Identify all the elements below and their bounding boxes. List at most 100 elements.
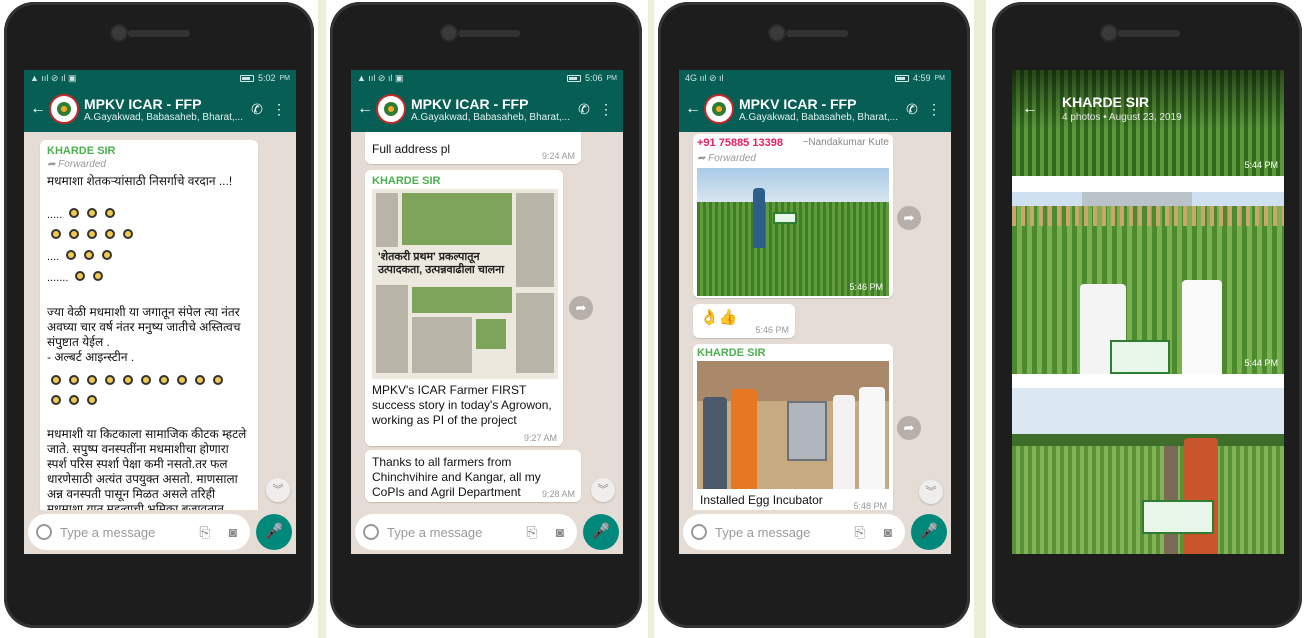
- status-bar: ▲ ııl ⊘ ıl ▣ 5:06 PM: [351, 70, 623, 86]
- message-time: 5:46 PM: [755, 325, 789, 335]
- chat-title: MPKV ICAR - FFP: [84, 95, 202, 112]
- egg-incubator: [787, 401, 827, 461]
- signal-icon: ▲ ııl ⊘ ıl ▣: [357, 72, 404, 83]
- bee-icon: [51, 229, 61, 239]
- status-ampm: PM: [606, 74, 618, 82]
- text-column: [516, 193, 554, 287]
- add-call-icon[interactable]: ✆: [246, 101, 268, 118]
- paperclip-icon[interactable]: ⎘: [851, 524, 869, 541]
- emoji-icon[interactable]: [36, 524, 52, 540]
- message-list[interactable]: Full address pl 9:24 AM KHARDE SIR 'शेतक…: [351, 132, 623, 510]
- message-bubble[interactable]: Full address pl 9:24 AM: [365, 132, 581, 164]
- newspaper-headline: 'शेतकरी प्रथम' प्रकल्पातून उत्पादकता, उत…: [378, 251, 505, 276]
- status-ampm: PM: [934, 74, 946, 82]
- message-bubble[interactable]: KHARDE SIR Installed Egg Incubator 5:48 …: [693, 344, 893, 510]
- status-time: 5:02: [257, 73, 276, 83]
- paperclip-icon[interactable]: ⎘: [523, 524, 541, 541]
- gallery-photo[interactable]: [1012, 388, 1284, 554]
- compose-bar: Type a message ⎘ ◙ 🎤: [28, 514, 292, 550]
- group-avatar[interactable]: [49, 94, 79, 124]
- chat-titles[interactable]: MPKV ICAR - FFP A.Gayakwad, Babasaheb, B…: [411, 96, 573, 123]
- add-call-icon[interactable]: ✆: [901, 101, 923, 118]
- chat-title: MPKV ICAR - FFP: [739, 95, 857, 112]
- more-vert-icon[interactable]: ⋮: [595, 101, 617, 118]
- arrow-back-icon[interactable]: ←: [30, 100, 46, 118]
- message-sender: KHARDE SIR: [372, 175, 441, 187]
- person-figure: [731, 389, 757, 489]
- earpiece-speaker: [128, 30, 190, 37]
- message-title-line: मधमाशा शेतकऱ्यांसाठी निसर्गाचे वरदान ...…: [47, 174, 233, 188]
- message-time: 5:48 PM: [853, 501, 887, 510]
- crop-photo: [402, 193, 512, 245]
- bee-icon: [51, 395, 61, 405]
- camera-icon[interactable]: ◙: [879, 524, 897, 540]
- message-bubble[interactable]: Thanks to all farmers from Chinchvihire …: [365, 450, 581, 502]
- input-placeholder: Type a message: [387, 524, 483, 540]
- bee-icon: [93, 271, 104, 281]
- arrow-back-icon[interactable]: ←: [685, 100, 701, 118]
- gallery-photo[interactable]: 5:44 PM: [1012, 192, 1284, 374]
- forwarded-label: ➦ Forwarded: [697, 153, 756, 164]
- forward-icon[interactable]: ➦: [897, 206, 921, 230]
- paperclip-icon[interactable]: ⎘: [196, 524, 214, 541]
- message-bubble[interactable]: 👌👍 5:46 PM: [693, 304, 795, 338]
- more-vert-icon[interactable]: ⋮: [268, 101, 290, 118]
- more-vert-icon[interactable]: ⋮: [923, 101, 945, 118]
- chevron-double-down-icon[interactable]: ︾: [591, 478, 615, 502]
- message-input[interactable]: Type a message ⎘ ◙: [355, 514, 577, 550]
- chat-screen: ▲ ııl ⊘ ıl ▣ 5:06 PM ← MPKV ICAR - FFP A.…: [351, 70, 623, 554]
- arrow-back-icon[interactable]: ←: [357, 100, 373, 118]
- chevron-double-down-icon[interactable]: ︾: [919, 480, 943, 504]
- chevron-double-down-icon[interactable]: ︾: [266, 478, 290, 502]
- field-photo[interactable]: 5:46 PM: [697, 168, 889, 296]
- chat-header: ← MPKV ICAR - FFP A.Gayakwad, Babasaheb,…: [24, 86, 296, 132]
- message-input[interactable]: Type a message ⎘ ◙: [683, 514, 905, 550]
- emoji-icon[interactable]: [363, 524, 379, 540]
- bee-icon: [69, 395, 79, 405]
- mic-icon[interactable]: 🎤: [583, 514, 619, 550]
- message-sender: KHARDE SIR: [697, 347, 766, 359]
- message-list[interactable]: KHARDE SIR ➦ Forwarded मधमाशा शेतकऱ्यांस…: [24, 132, 296, 510]
- forward-icon[interactable]: ➦: [897, 416, 921, 440]
- forward-icon[interactable]: ➦: [569, 296, 593, 320]
- bee-icon: [123, 229, 133, 239]
- front-camera: [442, 26, 456, 40]
- message-bubble[interactable]: KHARDE SIR 'शेतकरी प्रथम' प्रकल्पातून उत…: [365, 170, 563, 446]
- bee-icon: [141, 375, 151, 385]
- mic-icon[interactable]: 🎤: [256, 514, 292, 550]
- message-paragraph: मधमाशी या किटकाला सामाजिक कीटक म्हटले जा…: [47, 427, 247, 510]
- camera-icon[interactable]: ◙: [224, 524, 242, 540]
- message-bubble[interactable]: KHARDE SIR ➦ Forwarded मधमाशा शेतकऱ्यांस…: [40, 140, 258, 510]
- bee-icon: [213, 375, 223, 385]
- chat-screen: ▲ ııl ⊘ ıl ▣ 5:02 PM ← MPKV ICAR - FFP A.…: [24, 70, 296, 554]
- mic-icon[interactable]: 🎤: [911, 514, 947, 550]
- chat-title: MPKV ICAR - FFP: [411, 95, 529, 112]
- newspaper-clipping-image[interactable]: 'शेतकरी प्रथम' प्रकल्पातून उत्पादकता, उत…: [372, 189, 558, 379]
- group-avatar[interactable]: [704, 94, 734, 124]
- bee-icon: [87, 229, 97, 239]
- forward-icon: ➦: [697, 153, 709, 164]
- chat-titles[interactable]: MPKV ICAR - FFP A.Gayakwad, Babasaheb, B…: [84, 96, 246, 123]
- group-avatar[interactable]: [376, 94, 406, 124]
- message-bubble[interactable]: +91 75885 13398 ~Nandakumar Kute ➦ Forwa…: [693, 134, 893, 298]
- input-placeholder: Type a message: [60, 524, 156, 540]
- camera-icon[interactable]: ◙: [551, 524, 569, 540]
- message-input[interactable]: Type a message ⎘ ◙: [28, 514, 250, 550]
- incubator-photo[interactable]: [697, 361, 889, 489]
- emoji-icon[interactable]: [691, 524, 707, 540]
- sender-alias: ~Nandakumar Kute: [802, 137, 889, 148]
- chat-titles[interactable]: MPKV ICAR - FFP A.Gayakwad, Babasaheb, B…: [739, 96, 901, 123]
- sender-phone[interactable]: +91 75885 13398: [697, 137, 783, 149]
- panel-2: ▲ ııl ⊘ ıl ▣ 5:06 PM ← MPKV ICAR - FFP A.…: [326, 0, 648, 638]
- chat-header: ← MPKV ICAR - FFP A.Gayakwad, Babasaheb,…: [679, 86, 951, 132]
- person-figure: [833, 395, 855, 489]
- earpiece-speaker: [786, 30, 848, 37]
- message-list[interactable]: +91 75885 13398 ~Nandakumar Kute ➦ Forwa…: [679, 132, 951, 510]
- phone-frame: ▲ ııl ⊘ ıl ▣ 5:02 PM ← MPKV ICAR - FFP A.…: [4, 2, 314, 628]
- chat-subtitle: A.Gayakwad, Babasaheb, Bharat,...: [411, 111, 570, 123]
- bee-icon: [105, 375, 115, 385]
- add-call-icon[interactable]: ✆: [573, 101, 595, 118]
- arrow-back-icon[interactable]: ←: [1022, 100, 1038, 118]
- status-time: 4:59: [912, 73, 931, 83]
- bee-icon: [102, 250, 113, 260]
